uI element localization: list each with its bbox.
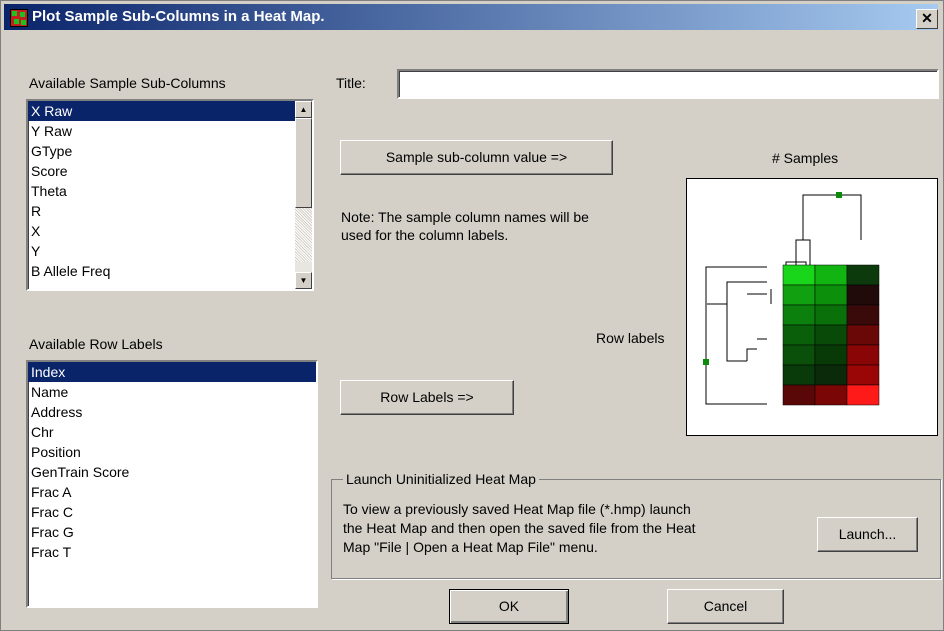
list-item[interactable]: Frac T [28, 542, 316, 562]
arrow-up-icon: ▲ [299, 105, 308, 114]
cancel-button[interactable]: Cancel [667, 589, 784, 624]
note-text: Note: The sample column names will be us… [341, 209, 589, 243]
launch-description: To view a previously saved Heat Map file… [343, 501, 696, 555]
heatmap-cell [846, 264, 880, 286]
heatmap-cell [814, 344, 848, 366]
list-item[interactable]: Name [28, 382, 316, 402]
heatmap-cell [846, 344, 880, 366]
sample-sub-column-button[interactable]: Sample sub-column value => [340, 140, 613, 175]
sub-columns-items: X Raw Y Raw GType Score Theta R X Y B Allele Fre… [28, 101, 312, 281]
heatmap-preview-graphic [703, 192, 880, 406]
heatmap-cell [782, 304, 816, 326]
launch-group-title: Launch Uninitialized Heat Map [343, 471, 539, 487]
heatmap-grid [782, 264, 880, 406]
list-item[interactable]: Address [28, 402, 316, 422]
list-item[interactable]: Index [28, 362, 316, 382]
heatmap-cell [846, 324, 880, 346]
list-item[interactable]: X Raw [28, 101, 312, 121]
scroll-up-button[interactable]: ▲ [295, 101, 312, 118]
title-bar[interactable]: Plot Sample Sub-Columns in a Heat Map. [4, 4, 938, 30]
list-item[interactable]: GenTrain Score [28, 462, 316, 482]
list-item[interactable]: X [28, 221, 312, 241]
row-labels-items: Index Name Address Chr Position GenTrain Scor… [28, 362, 316, 562]
samples-label: # Samples [772, 150, 839, 166]
window-title: Plot Sample Sub-Columns in a Heat Map. [32, 8, 325, 25]
ok-button[interactable]: OK [449, 589, 569, 624]
heatmap-cell [814, 324, 848, 346]
sub-columns-label: Available Sample Sub-Columns [29, 75, 226, 91]
arrow-down-icon: ▼ [299, 276, 308, 285]
launch-button[interactable]: Launch... [817, 517, 918, 552]
heatmap-cell [782, 364, 816, 386]
heatmap-cell [782, 384, 816, 406]
heatmap-cell [782, 324, 816, 346]
heatmap-cell [846, 384, 880, 406]
row-labels-listbox[interactable]: Index Name Address Chr Position GenTrain Scor… [26, 360, 318, 608]
dendro-top-link [802, 194, 862, 240]
heatmap-preview [686, 178, 938, 436]
row-labels-button[interactable]: Row Labels => [340, 380, 514, 415]
heatmap-cell [814, 284, 848, 306]
list-item[interactable]: GType [28, 141, 312, 161]
list-item[interactable]: Frac C [28, 502, 316, 522]
row-labels-list-label: Available Row Labels [29, 336, 163, 352]
dendro-root-link [705, 266, 767, 405]
heatmap-cell [782, 284, 816, 306]
list-item[interactable]: B Allele Freq [28, 261, 312, 281]
title-label: Title: [336, 75, 366, 91]
list-item[interactable]: Frac A [28, 482, 316, 502]
heatmap-cell [846, 304, 880, 326]
list-item[interactable]: R [28, 201, 312, 221]
list-item[interactable]: Y [28, 241, 312, 261]
scroll-thumb[interactable] [295, 118, 312, 208]
heatmap-cell [814, 364, 848, 386]
dendro-node-left [703, 359, 709, 365]
heatmap-app-icon [10, 9, 28, 27]
list-item[interactable]: Score [28, 161, 312, 181]
dendro-node-top [836, 192, 842, 198]
sub-columns-listbox[interactable]: X Raw Y Raw GType Score Theta R X Y B Allele Fre… [26, 99, 314, 291]
scroll-down-button[interactable]: ▼ [295, 272, 312, 289]
heatmap-cell [846, 364, 880, 386]
heatmap-cell [814, 304, 848, 326]
dendro-col-pair-link [795, 239, 811, 267]
sub-columns-scrollbar[interactable]: ▲ ▼ [295, 101, 312, 289]
list-item[interactable]: Theta [28, 181, 312, 201]
heatmap-cell [814, 264, 848, 286]
list-item[interactable]: Y Raw [28, 121, 312, 141]
heatmap-cell [782, 344, 816, 366]
heatmap-cell [846, 284, 880, 306]
close-button[interactable]: ✕ [916, 9, 938, 29]
close-icon: ✕ [921, 10, 933, 26]
scroll-track[interactable] [295, 208, 312, 262]
list-item[interactable]: Position [28, 442, 316, 462]
dendro-row-a [726, 281, 767, 304]
list-item[interactable]: Frac G [28, 522, 316, 542]
heatmap-cell [782, 264, 816, 286]
row-labels-preview-label: Row labels [596, 330, 665, 346]
dendro-row-e [746, 348, 757, 361]
dendro-row-b [707, 303, 747, 362]
title-input[interactable] [397, 69, 939, 99]
list-item[interactable]: Chr [28, 422, 316, 442]
heatmap-cell [814, 384, 848, 406]
